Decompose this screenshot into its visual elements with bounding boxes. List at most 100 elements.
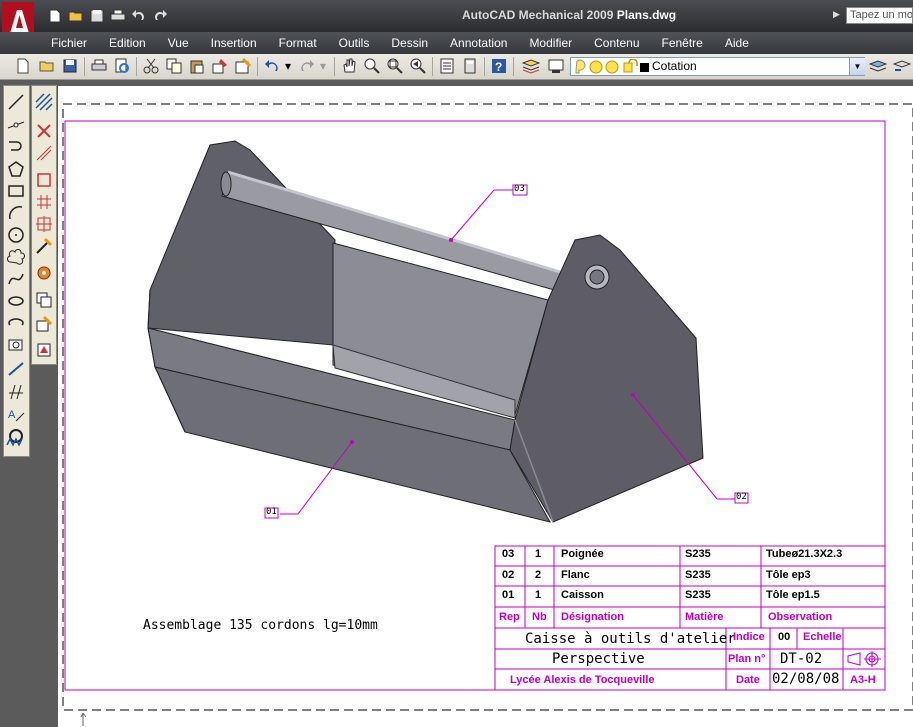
save-icon[interactable]	[61, 57, 79, 75]
menu-edition[interactable]: Edition	[98, 36, 157, 50]
hatch-icon[interactable]: A	[7, 405, 25, 423]
row3-matiere: S235	[685, 548, 711, 560]
hatch-pattern-icon[interactable]	[35, 93, 53, 111]
new-icon[interactable]	[46, 7, 64, 25]
ellipse-icon[interactable]	[7, 292, 25, 310]
plan-label: Plan n°	[728, 653, 766, 665]
toolbox-model	[147, 140, 704, 523]
row1-observation: Tôle ep1.5	[766, 589, 820, 601]
menu-aide[interactable]: Aide	[714, 36, 760, 50]
insert-block-icon[interactable]	[7, 336, 25, 354]
circle-icon[interactable]	[7, 226, 25, 244]
header-nb: Nb	[532, 611, 547, 623]
copy-object-icon[interactable]	[35, 144, 53, 162]
indice-label: Indice	[733, 631, 765, 643]
line-icon[interactable]	[7, 93, 25, 111]
drawing-canvas[interactable]: 01 02 03 Assemblage 135 cordons lg=10mm …	[58, 86, 913, 727]
menu-annotation[interactable]: Annotation	[439, 36, 518, 50]
window-title: AutoCAD Mechanical 2009 Plans.dwg	[462, 8, 677, 22]
row2-nb: 2	[535, 569, 542, 581]
info-center-arrow-icon[interactable]: ▶	[833, 9, 840, 20]
drawing-title: Caisse à outils d'atelier	[525, 631, 736, 647]
redo-icon[interactable]	[151, 7, 169, 25]
zoom-window-icon[interactable]	[386, 57, 404, 75]
spline-icon[interactable]	[7, 270, 25, 288]
make-current-layer-icon[interactable]	[869, 57, 887, 75]
row2-observation: Tôle ep3	[766, 569, 811, 581]
layer-properties-icon[interactable]	[522, 57, 540, 75]
menu-modifier[interactable]: Modifier	[518, 36, 583, 50]
undo-icon[interactable]	[263, 57, 281, 75]
move-icon[interactable]	[35, 237, 53, 255]
layer-state-icon[interactable]	[547, 57, 565, 75]
layer-previous-icon[interactable]	[893, 57, 911, 75]
draw-toolbar: A	[3, 85, 30, 457]
menu-outils[interactable]: Outils	[328, 36, 381, 50]
rotate-icon[interactable]	[35, 264, 53, 282]
stretch-icon[interactable]	[35, 315, 53, 333]
ucs-icon	[80, 712, 87, 726]
header-matiere: Matière	[685, 611, 724, 623]
search-input[interactable]: Tapez un mot	[846, 7, 913, 24]
calculator-icon[interactable]	[461, 57, 479, 75]
ellipse-arc-icon[interactable]	[7, 314, 25, 332]
zoom-previous-icon[interactable]	[409, 57, 427, 75]
copy-icon[interactable]	[165, 57, 183, 75]
redo-icon[interactable]	[298, 57, 316, 75]
help-icon[interactable]: ?	[490, 57, 508, 75]
rectangle-icon[interactable]	[7, 182, 25, 200]
projection-symbol-icon	[847, 651, 881, 667]
row3-designation: Poignée	[561, 548, 604, 560]
zoom-realtime-icon[interactable]	[363, 57, 381, 75]
menu-format[interactable]: Format	[268, 36, 328, 50]
undo-icon[interactable]	[130, 7, 148, 25]
erase-icon[interactable]	[35, 122, 53, 140]
scale-icon[interactable]	[35, 291, 53, 309]
new-icon[interactable]	[14, 57, 32, 75]
properties-icon[interactable]	[438, 57, 456, 75]
menu-fenetre[interactable]: Fenêtre	[651, 36, 714, 50]
polygon-icon[interactable]	[7, 160, 25, 178]
callout-01-label: 01	[266, 507, 277, 517]
undo-dropdown-icon[interactable]: ▾	[283, 57, 293, 75]
block-editor-icon[interactable]	[234, 57, 252, 75]
callout-02-label: 02	[736, 492, 747, 502]
menu-fichier[interactable]: Fichier	[40, 36, 98, 50]
plot-preview-icon[interactable]	[113, 57, 131, 75]
plot-icon[interactable]	[90, 57, 108, 75]
weld-note: Assemblage 135 cordons lg=10mm	[143, 618, 378, 633]
redo-dropdown-icon[interactable]: ▾	[318, 57, 328, 75]
revision-cloud-icon[interactable]	[7, 248, 25, 266]
open-icon[interactable]	[38, 57, 56, 75]
construction-line-icon[interactable]	[7, 116, 25, 134]
row3-observation: Tubeø21.3X2.3	[766, 548, 843, 560]
cut-icon[interactable]	[142, 57, 160, 75]
menu-dessin[interactable]: Dessin	[380, 36, 439, 50]
polyline-icon[interactable]	[7, 138, 25, 156]
pan-icon[interactable]	[340, 57, 358, 75]
save-icon[interactable]	[88, 7, 106, 25]
layer-dropdown-arrow-icon[interactable]: ▼	[849, 58, 865, 75]
row2-designation: Flanc	[561, 569, 590, 581]
point-icon[interactable]	[7, 383, 25, 401]
row3-rep: 03	[502, 548, 515, 560]
explode-icon[interactable]	[35, 341, 53, 359]
format-label: A3-H	[850, 674, 876, 686]
break-line-icon[interactable]	[6, 433, 24, 451]
date-value: 02/08/08	[772, 671, 840, 687]
array-icon[interactable]	[35, 215, 53, 233]
paste-icon[interactable]	[188, 57, 206, 75]
make-block-icon[interactable]	[7, 361, 25, 379]
print-icon[interactable]	[109, 7, 127, 25]
menu-insertion[interactable]: Insertion	[200, 36, 268, 50]
offset-icon[interactable]	[35, 193, 53, 211]
mirror-icon[interactable]	[35, 171, 53, 189]
arc-icon[interactable]	[7, 204, 25, 222]
open-icon[interactable]	[67, 7, 85, 25]
layer-dropdown[interactable]	[570, 57, 865, 76]
menu-vue[interactable]: Vue	[157, 36, 200, 50]
menu-contenu[interactable]: Contenu	[583, 36, 650, 50]
header-rep: Rep	[499, 611, 520, 623]
svg-text:A: A	[8, 409, 16, 421]
match-properties-icon[interactable]	[211, 57, 229, 75]
